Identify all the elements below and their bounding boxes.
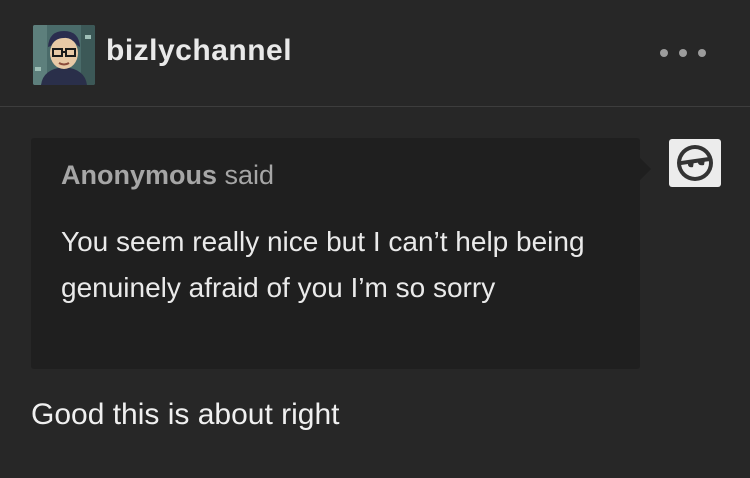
- asker-line: Anonymous said: [61, 160, 274, 191]
- ask-question-text: You seem really nice but I can’t help be…: [61, 226, 585, 303]
- ellipsis-icon: [679, 49, 687, 57]
- answer-text: Good this is about right: [31, 398, 340, 431]
- asker-name: Anonymous: [61, 160, 218, 190]
- post-header: bizlychannel: [0, 0, 750, 107]
- anonymous-sunglasses-icon: [669, 139, 721, 187]
- blog-username[interactable]: bizlychannel: [106, 34, 292, 68]
- ellipsis-icon: [660, 49, 668, 57]
- more-options-button[interactable]: [660, 42, 706, 64]
- blog-avatar[interactable]: [33, 25, 95, 85]
- asker-said: said: [224, 160, 275, 190]
- tumblr-ask-post: bizlychannel Anonymous said You seem rea…: [0, 0, 750, 478]
- ellipsis-icon: [698, 49, 706, 57]
- blog-avatar-image: [33, 25, 95, 85]
- ask-bubble-pointer: [640, 158, 651, 180]
